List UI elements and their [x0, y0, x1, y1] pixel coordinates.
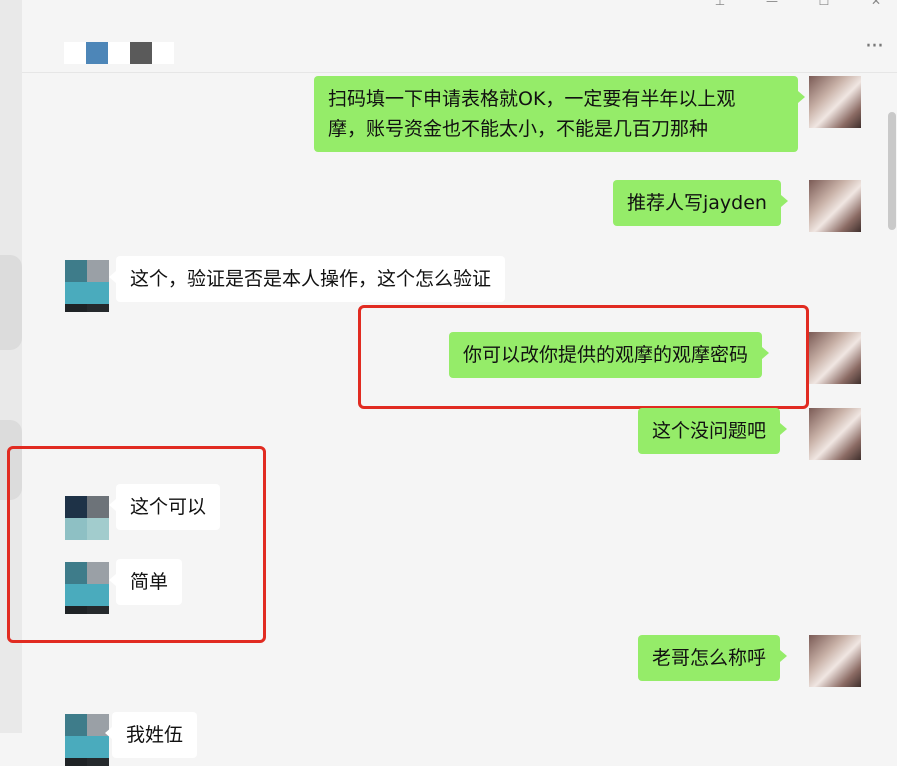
message-bubble-received[interactable]: 我姓伍: [104, 712, 198, 758]
my-avatar[interactable]: [809, 180, 861, 232]
chat-header: ···: [22, 0, 897, 73]
message-bubble-sent[interactable]: 推荐人写jayden: [613, 180, 788, 226]
my-avatar[interactable]: [809, 408, 861, 460]
message-bubble-sent[interactable]: 这个没问题吧: [638, 408, 788, 454]
more-options-icon[interactable]: ···: [865, 36, 884, 58]
message-bubble-sent[interactable]: 老哥怎么称呼: [638, 635, 788, 681]
my-avatar[interactable]: [809, 635, 861, 687]
message-bubble-sent[interactable]: 扫码填一下申请表格就OK，一定要有半年以上观 摩，账号资金也不能太小，不能是几百…: [314, 76, 805, 152]
chat-scrollbar[interactable]: [888, 112, 896, 230]
highlight-box: [7, 446, 266, 643]
edge-shadow: [0, 255, 22, 350]
contact-avatar[interactable]: [65, 714, 117, 766]
my-avatar[interactable]: [809, 332, 861, 384]
contact-avatar[interactable]: [65, 260, 117, 312]
my-avatar[interactable]: [809, 76, 861, 128]
contact-name-redacted: [64, 42, 174, 64]
message-bubble-received[interactable]: 这个，验证是否是本人操作，这个怎么验证: [108, 256, 506, 302]
highlight-box: [358, 305, 809, 409]
